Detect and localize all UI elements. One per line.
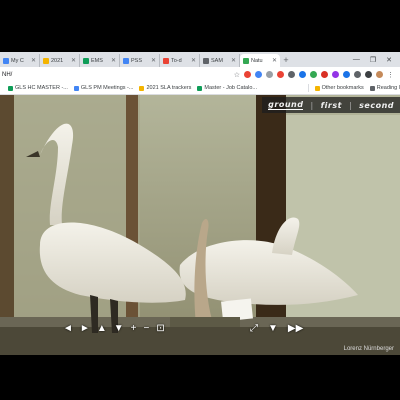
window-controls: — ❐ ✕ (353, 52, 400, 67)
floor-tab-first[interactable]: first (321, 101, 342, 110)
floor-navigation: ground | first | second (262, 97, 400, 113)
tab-strip: My C ✕ 2021 ✕ EMS ✕ PSS ✕ To-d ✕ SAM ✕ Natu ✕ +… (0, 52, 400, 67)
browser-tab[interactable]: My C ✕ (0, 54, 40, 67)
tilt-down-icon[interactable]: ▼ (114, 324, 124, 334)
tab-favicon (123, 57, 129, 64)
new-tab-button[interactable]: + (280, 54, 292, 67)
bookmarks-divider (307, 84, 309, 92)
tab-title: Natu (251, 57, 263, 64)
bookmark-label: Other bookmarks (321, 85, 364, 91)
folder-icon (139, 85, 145, 91)
pan-right-icon[interactable]: ► (80, 324, 90, 334)
close-window-icon[interactable]: ✕ (386, 56, 392, 64)
reading-list-icon (369, 85, 375, 91)
media-icon[interactable] (365, 71, 372, 78)
bookmark-item[interactable]: GLS HC MASTER -... (8, 85, 68, 91)
close-icon[interactable]: ✕ (231, 57, 236, 64)
view-controls: ⤢ ▼ ▶▶ (250, 324, 303, 334)
close-icon[interactable]: ✕ (111, 57, 116, 64)
extension-icon[interactable] (255, 71, 262, 78)
bookmark-favicon (197, 85, 203, 91)
extension-icon[interactable] (332, 71, 339, 78)
floor-dropdown-icon[interactable]: ▼ (268, 324, 278, 334)
close-icon[interactable]: ✕ (191, 57, 196, 64)
bookmark-label: 2021 SLA trackers (146, 85, 192, 91)
extension-icon[interactable] (321, 71, 328, 78)
photo-credit: Lorenz Nürnberger (343, 346, 394, 352)
floor-separator: | (310, 100, 314, 110)
floor-tab-ground[interactable]: ground (268, 100, 304, 110)
browser-tab[interactable]: 2021 ✕ (40, 54, 80, 67)
maximize-icon[interactable]: ❐ (370, 56, 376, 64)
pan-left-icon[interactable]: ◄ (63, 324, 73, 334)
zoom-in-icon[interactable]: + (131, 324, 137, 334)
browser-tab[interactable]: To-d ✕ (160, 54, 200, 67)
navigation-controls: ◄ ► ▲ ▼ + − ⊡ (63, 324, 165, 334)
address-bar: NH/ ☆ ⋮ (0, 67, 400, 82)
avatar[interactable] (376, 71, 383, 78)
extension-icon[interactable] (277, 71, 284, 78)
fullscreen-icon[interactable]: ⤢ (250, 324, 258, 334)
close-icon[interactable]: ✕ (31, 57, 36, 64)
floor-separator: | (348, 100, 353, 110)
museum-display-scene (0, 95, 400, 355)
vr-headset-icon[interactable]: ⊡ (156, 324, 164, 334)
tilt-up-icon[interactable]: ▲ (97, 324, 107, 334)
menu-icon[interactable]: ⋮ (387, 71, 394, 79)
floor-tab-second[interactable]: second (359, 101, 394, 110)
browser-tab-active[interactable]: Natu ✕ (240, 54, 280, 67)
close-icon[interactable]: ✕ (71, 57, 76, 64)
close-icon[interactable]: ✕ (151, 57, 156, 64)
tab-favicon (43, 57, 49, 64)
bookmark-favicon (73, 85, 79, 91)
tab-title: My C (11, 57, 24, 64)
bookmark-item[interactable]: Master - Job Catalo... (197, 85, 257, 91)
bookmark-item[interactable]: GLS PM Meetings -... (73, 85, 134, 91)
autoplay-icon[interactable]: ▶▶ (288, 324, 303, 334)
browser-tab[interactable]: EMS ✕ (80, 54, 120, 67)
extension-icon[interactable] (244, 71, 251, 78)
tab-favicon (243, 57, 249, 64)
minimize-icon[interactable]: — (353, 56, 360, 63)
tab-title: EMS (91, 57, 103, 64)
other-bookmarks[interactable]: Other bookmarks (314, 85, 364, 91)
browser-tab[interactable]: PSS ✕ (120, 54, 160, 67)
bookmark-star-icon[interactable]: ☆ (234, 71, 240, 79)
tab-title: PSS (131, 57, 143, 64)
tab-title: To-d (171, 57, 182, 64)
tab-favicon (83, 57, 89, 64)
bookmark-label: GLS HC MASTER -... (15, 85, 68, 91)
extension-icon[interactable] (299, 71, 306, 78)
tab-favicon (203, 57, 209, 64)
extension-icon[interactable] (266, 71, 273, 78)
tab-favicon (163, 57, 169, 64)
bookmark-label: GLS PM Meetings -... (80, 85, 134, 91)
close-icon[interactable]: ✕ (272, 57, 277, 64)
tab-title: 2021 (51, 57, 64, 64)
url-field[interactable]: NH/ (0, 72, 234, 78)
bookmark-favicon (8, 85, 13, 91)
folder-icon (314, 85, 320, 91)
tab-title: SAM (211, 57, 223, 64)
browser-tab[interactable]: SAM ✕ (200, 54, 240, 67)
bookmark-label: Master - Job Catalo... (204, 85, 257, 91)
extensions-area: ☆ ⋮ (234, 71, 400, 79)
zoom-out-icon[interactable]: − (143, 324, 149, 334)
extension-icon[interactable] (310, 71, 317, 78)
panorama-viewer[interactable]: ground | first | second ◄ ► ▲ ▼ + − ⊡ ⤢ … (0, 95, 400, 355)
extension-icon[interactable] (288, 71, 295, 78)
bookmark-label: Reading l (376, 85, 400, 91)
tab-favicon (3, 57, 9, 64)
puzzle-icon[interactable] (354, 71, 361, 78)
extension-icon[interactable] (343, 71, 350, 78)
reading-list[interactable]: Reading l (369, 85, 400, 91)
bookmarks-bar: GLS HC MASTER -... GLS PM Meetings -... … (0, 82, 400, 95)
bookmark-item[interactable]: 2021 SLA trackers (139, 85, 191, 91)
